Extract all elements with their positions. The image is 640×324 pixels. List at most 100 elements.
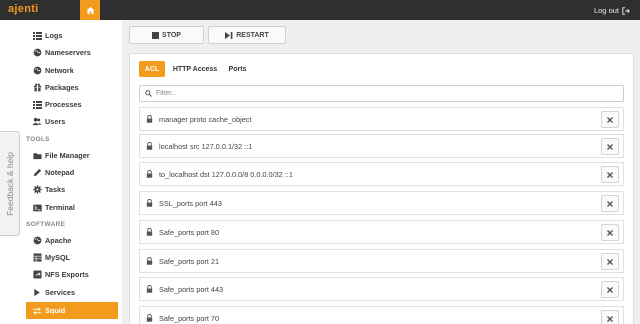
sidebar-item-label: Notepad: [45, 168, 75, 177]
sidebar-item-label: Apache: [45, 236, 72, 245]
feedback-help-tab[interactable]: Feedback & help: [0, 131, 20, 236]
acl-row: Safe_ports port 70: [139, 306, 624, 324]
stop-button-label: STOP: [162, 31, 181, 39]
sidebar-item-label: MySQL: [45, 253, 71, 262]
globe-icon: [32, 66, 42, 76]
lock-icon: [145, 228, 153, 237]
delete-button[interactable]: [601, 111, 619, 128]
sidebar-item-label: Logs: [45, 31, 63, 40]
close-icon: [607, 286, 613, 293]
sidebar-item-nfs-exports[interactable]: NFS Exports: [26, 266, 118, 283]
lock-icon: [145, 314, 153, 323]
globe-icon: [32, 48, 42, 58]
acl-row: Safe_ports port 443: [139, 277, 624, 301]
sidebar-item-notepad[interactable]: Notepad: [26, 164, 118, 181]
step-forward-icon: [225, 31, 233, 39]
lock-icon: [145, 115, 153, 124]
delete-button[interactable]: [601, 281, 619, 298]
logout-icon: [622, 6, 630, 15]
database-icon: [32, 253, 42, 263]
logout-label[interactable]: Log out: [594, 6, 619, 15]
filter-field[interactable]: [139, 85, 624, 102]
globe-icon: [32, 236, 42, 246]
sidebar-item-label: Nameservers: [45, 48, 91, 57]
sidebar-item-label: Squid: [45, 306, 66, 315]
sidebar-item-services[interactable]: Services: [26, 284, 118, 301]
sidebar-item-label: Users: [45, 117, 66, 126]
sidebar-item-packages[interactable]: Packages: [26, 79, 118, 96]
sidebar-item-label: File Manager: [45, 151, 90, 160]
sidebar-item-network[interactable]: Network: [26, 62, 118, 79]
play-icon: [32, 288, 42, 298]
pencil-icon: [32, 168, 42, 178]
lock-icon: [145, 285, 153, 294]
close-icon: [607, 229, 613, 236]
home-button[interactable]: [80, 0, 100, 20]
acl-row: to_localhost dst 127.0.0.0/8 0.0.0.0/32 …: [139, 162, 624, 186]
share-icon: [32, 270, 42, 280]
acl-row-text: Safe_ports port 21: [159, 256, 220, 266]
list-icon: [32, 100, 42, 110]
delete-button[interactable]: [601, 253, 619, 270]
delete-button[interactable]: [601, 310, 619, 324]
acl-row: Safe_ports port 80: [139, 220, 624, 244]
sidebar-item-terminal[interactable]: Terminal: [26, 199, 118, 216]
acl-row: localhost src 127.0.0.1/32 ::1: [139, 134, 624, 158]
delete-button[interactable]: [601, 166, 619, 183]
sidebar-item-users[interactable]: Users: [26, 113, 118, 130]
sidebar-item-apache[interactable]: Apache: [26, 232, 118, 249]
sidebar-item-label: Tasks: [45, 185, 66, 194]
main-content: STOP RESTART ACL HTTP Access Ports manag…: [122, 20, 640, 324]
users-icon: [32, 117, 42, 127]
close-icon: [607, 143, 613, 150]
terminal-icon: [32, 203, 42, 213]
acl-row: Safe_ports port 21: [139, 249, 624, 273]
acl-row-text: SSL_ports port 443: [159, 198, 222, 208]
tab-ports[interactable]: Ports: [225, 61, 250, 77]
sidebar-item-squid[interactable]: Squid: [26, 302, 118, 319]
acl-row: manager proto cache_object: [139, 107, 624, 131]
section-title-software: SOFTWARE: [26, 221, 66, 228]
home-icon: [85, 6, 95, 14]
sidebar-item-label: Processes: [45, 100, 82, 109]
close-icon: [607, 171, 613, 178]
lock-icon: [145, 170, 153, 179]
tab-http-access[interactable]: HTTP Access: [169, 61, 221, 77]
sidebar-item-processes[interactable]: Processes: [26, 96, 118, 113]
close-icon: [607, 116, 613, 123]
gear-icon: [32, 185, 42, 195]
sidebar-item-label: Services: [45, 288, 76, 297]
sidebar-item-label: Packages: [45, 83, 79, 92]
logout-link[interactable]: Log out: [594, 6, 630, 15]
acl-row-text: Safe_ports port 443: [159, 284, 224, 294]
lock-icon: [145, 142, 153, 151]
sidebar-item-label: Terminal: [45, 203, 75, 212]
acl-row: SSL_ports port 443: [139, 191, 624, 215]
section-title-tools: TOOLS: [26, 136, 50, 143]
acl-row-text: manager proto cache_object: [159, 114, 252, 124]
restart-button[interactable]: RESTART: [208, 26, 286, 44]
sidebar-item-file-manager[interactable]: File Manager: [26, 147, 118, 164]
sidebar-item-tasks[interactable]: Tasks: [26, 181, 118, 198]
brand-logo[interactable]: ajenti: [8, 3, 39, 15]
delete-button[interactable]: [601, 224, 619, 241]
sidebar-item-logs[interactable]: Logs: [26, 27, 118, 44]
close-icon: [607, 258, 613, 265]
search-icon: [145, 90, 152, 97]
close-icon: [607, 200, 613, 207]
sidebar-item-label: Network: [45, 66, 74, 75]
lock-icon: [145, 257, 153, 266]
stop-button[interactable]: STOP: [129, 26, 204, 44]
filter-input[interactable]: [156, 90, 556, 97]
lock-icon: [145, 199, 153, 208]
acl-row-text: Safe_ports port 70: [159, 313, 220, 323]
folder-icon: [32, 151, 42, 161]
feedback-help-label: Feedback & help: [4, 151, 15, 216]
gift-icon: [32, 83, 42, 93]
stop-icon: [152, 31, 160, 39]
sidebar-item-mysql[interactable]: MySQL: [26, 249, 118, 266]
tab-acl[interactable]: ACL: [139, 61, 165, 77]
sidebar-item-nameservers[interactable]: Nameservers: [26, 44, 118, 61]
delete-button[interactable]: [601, 195, 619, 212]
delete-button[interactable]: [601, 138, 619, 155]
